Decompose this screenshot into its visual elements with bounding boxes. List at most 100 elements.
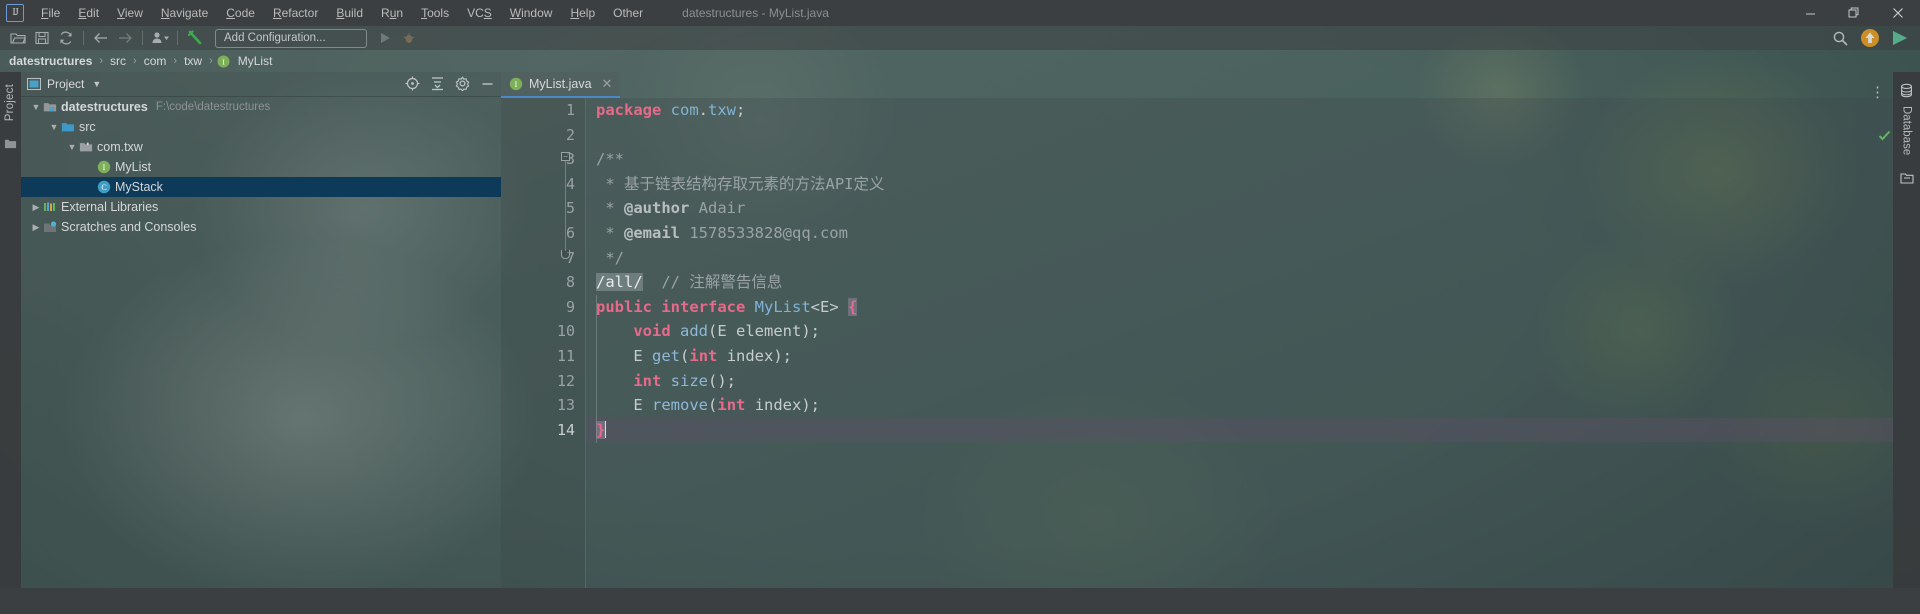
project-tree: ▼ datestructures F:\code\datestructures … — [21, 97, 501, 237]
chevron-collapsed-icon[interactable]: ▶ — [29, 202, 43, 213]
back-arrow-icon[interactable] — [89, 27, 113, 49]
tree-label: com.txw — [97, 140, 143, 154]
menu-help[interactable]: Help — [561, 3, 604, 23]
update-project-icon[interactable] — [148, 27, 172, 49]
save-all-icon[interactable] — [30, 27, 54, 49]
menu-window[interactable]: Window — [501, 3, 562, 23]
code-text-area[interactable]: package com.txw; /** * 基于链表结构存取元素的方法API定… — [585, 98, 1893, 588]
breadcrumb-separator: › — [133, 55, 137, 67]
editor-tab-label: MyList.java — [529, 77, 592, 91]
interface-icon: I — [217, 55, 230, 67]
search-icon[interactable] — [1828, 27, 1852, 49]
tree-label: External Libraries — [61, 200, 159, 214]
breadcrumb-separator: › — [173, 55, 178, 67]
maximize-restore-button[interactable] — [1832, 0, 1876, 26]
tree-node-scratches-and-consoles[interactable]: ▶ Scratches and Consoles — [21, 217, 501, 237]
update-badge-icon[interactable] — [1858, 27, 1882, 49]
tool-window-button-database[interactable]: Database — [1901, 106, 1913, 155]
package-icon — [79, 140, 93, 155]
tree-node-com-txw[interactable]: ▼ com.txw — [21, 137, 501, 157]
menu-bar: File Edit View Navigate Code Refactor Bu… — [32, 3, 652, 23]
forward-arrow-icon[interactable] — [113, 27, 137, 49]
database-icon[interactable] — [1899, 82, 1914, 100]
fold-end-icon[interactable] — [561, 250, 570, 259]
breadcrumb-item-txw[interactable]: txw — [181, 53, 205, 69]
fold-collapse-icon[interactable]: − — [561, 152, 570, 161]
tree-node-mystack[interactable]: C MyStack — [21, 177, 501, 197]
editor-tabs: I MyList.java ✕ ⋮ — [501, 72, 1893, 100]
hide-minimize-icon[interactable] — [480, 75, 495, 93]
menu-run[interactable]: Run — [372, 3, 412, 23]
libraries-icon — [43, 200, 57, 215]
tree-node-datestructures[interactable]: ▼ datestructures F:\code\datestructures — [21, 97, 501, 117]
editor-tab-mylist-java[interactable]: I MyList.java ✕ — [501, 72, 621, 98]
toolbar-separator-3 — [177, 31, 178, 45]
breadcrumb-item-com[interactable]: com — [141, 53, 170, 69]
menu-code[interactable]: Code — [217, 3, 264, 23]
maven-icon[interactable] — [1899, 169, 1914, 187]
code-line-3: /** — [596, 150, 624, 169]
close-window-button[interactable] — [1876, 0, 1920, 26]
menu-tools[interactable]: Tools — [412, 3, 458, 23]
menu-edit[interactable]: Edit — [69, 3, 108, 23]
chevron-expanded-icon[interactable]: ▼ — [29, 102, 43, 112]
breadcrumb: datestructures › src › com › txw › I MyL… — [0, 50, 1920, 72]
run-play-icon[interactable] — [373, 27, 397, 49]
debug-bug-icon[interactable] — [397, 27, 421, 49]
menu-view[interactable]: View — [108, 3, 152, 23]
menu-refactor[interactable]: Refactor — [264, 3, 327, 23]
code-line-9: public interface MyList<E> { — [596, 297, 858, 316]
code-line-13: E remove(int index); — [633, 396, 821, 415]
collapse-all-icon[interactable] — [430, 75, 445, 93]
menu-navigate[interactable]: Navigate — [152, 3, 217, 23]
window-title: datestructures - MyList.java — [682, 6, 829, 20]
settings-gear-icon[interactable] — [455, 75, 470, 93]
tree-node-path: F:\code\datestructures — [155, 101, 271, 113]
intellij-logo-icon: IJ — [6, 4, 24, 22]
ok-check-icon[interactable] — [1878, 128, 1891, 143]
code-folding-column[interactable]: − — [561, 98, 575, 588]
tree-label: src — [79, 120, 96, 134]
add-configuration-button[interactable]: Add Configuration... — [215, 28, 367, 48]
chevron-collapsed-icon[interactable]: ▶ — [29, 222, 43, 233]
code-editor[interactable]: 1 2 3 4 5 6 7 8 9 10 11 12 13 14 − packa… — [501, 98, 1893, 588]
project-panel-actions — [405, 75, 495, 93]
close-icon[interactable]: ✕ — [602, 76, 613, 92]
menu-vcs[interactable]: VCS — [458, 3, 501, 23]
editor-markup-scrollbar[interactable] — [1878, 124, 1893, 614]
menu-build[interactable]: Build — [327, 3, 372, 23]
project-tool-window: Project ▼ ▼ datestructures F:\code\dates… — [21, 72, 501, 588]
tree-node-external-libraries[interactable]: ▶ External Libraries — [21, 197, 501, 217]
svg-text:I: I — [103, 163, 106, 172]
code-line-12: int size(); — [633, 371, 736, 390]
interface-icon: I — [509, 77, 523, 91]
code-line-4: * 基于链表结构存取元素的方法API定义 — [596, 174, 885, 193]
ide-play-icon[interactable] — [1888, 27, 1912, 49]
breadcrumb-item-mylist[interactable]: MyList — [235, 53, 276, 69]
tool-window-button-project[interactable]: Project — [4, 84, 16, 121]
breadcrumb-item-datestructures[interactable]: datestructures — [6, 53, 95, 69]
tree-node-src[interactable]: ▼ src — [21, 117, 501, 137]
main-toolbar: Add Configuration... — [0, 26, 1920, 50]
open-folder-icon[interactable] — [6, 27, 30, 49]
sync-refresh-icon[interactable] — [54, 27, 78, 49]
code-line-14: } — [586, 417, 1893, 443]
breadcrumb-item-src[interactable]: src — [107, 53, 129, 69]
menu-file[interactable]: File — [32, 3, 69, 23]
build-hammer-icon[interactable] — [183, 27, 207, 49]
tree-node-mylist[interactable]: I MyList — [21, 157, 501, 177]
minimize-button[interactable] — [1788, 0, 1832, 26]
chevron-expanded-icon[interactable]: ▼ — [47, 122, 61, 132]
breadcrumb-separator: › — [99, 55, 104, 67]
locate-target-icon[interactable] — [405, 75, 420, 93]
chevron-expanded-icon[interactable]: ▼ — [65, 142, 79, 152]
more-options-icon[interactable]: ⋮ — [1870, 85, 1885, 100]
menu-other[interactable]: Other — [604, 3, 652, 23]
editor-gutter[interactable]: 1 2 3 4 5 6 7 8 9 10 11 12 13 14 − — [501, 98, 585, 588]
window-controls — [1788, 0, 1920, 26]
structure-folder-icon[interactable] — [4, 135, 21, 153]
svg-text:I: I — [515, 80, 518, 89]
title-bar: IJ File Edit View Navigate Code Refactor… — [0, 0, 1920, 26]
chevron-down-icon[interactable]: ▼ — [92, 79, 101, 89]
